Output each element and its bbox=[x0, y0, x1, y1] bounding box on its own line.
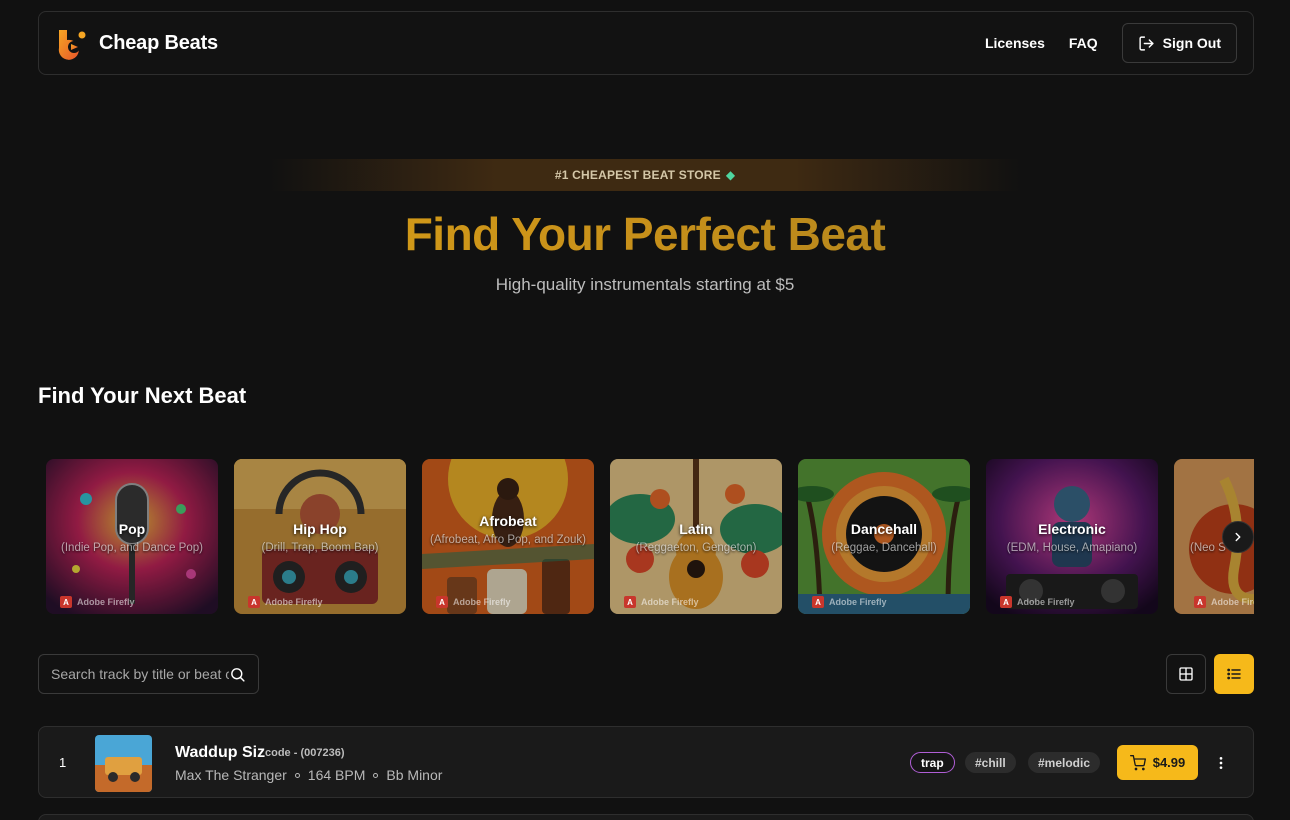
nav-licenses-link[interactable]: Licenses bbox=[985, 35, 1045, 51]
sign-out-icon bbox=[1139, 35, 1154, 51]
price-label: $4.99 bbox=[1152, 755, 1186, 770]
firefly-watermark: A Adobe Firefly bbox=[436, 596, 511, 608]
firefly-watermark: A Adobe Firefly bbox=[1194, 596, 1254, 608]
track-artist[interactable]: Max The Stranger bbox=[175, 767, 287, 783]
list-view-button[interactable] bbox=[1214, 654, 1254, 694]
hero-subtitle: High-quality instrumentals starting at $… bbox=[495, 275, 795, 294]
genre-card-hip-hop[interactable]: Hip Hop (Drill, Trap, Boom Bap) A Adobe F… bbox=[234, 459, 406, 614]
separator-dot bbox=[294, 772, 300, 778]
chevron-right-icon bbox=[1235, 532, 1241, 542]
grid-icon bbox=[1179, 667, 1193, 681]
more-options-button[interactable] bbox=[1209, 751, 1233, 775]
hero-badge: #1 CHEAPEST BEAT STORE ◆ bbox=[270, 159, 1020, 191]
hero-badge-text: #1 CHEAPEST BEAT STORE bbox=[554, 168, 721, 182]
track-code: code - (007236) bbox=[265, 747, 345, 759]
firefly-watermark: A Adobe Firefly bbox=[60, 596, 135, 608]
firefly-watermark-label: Adobe Firefly bbox=[453, 597, 511, 607]
adobe-icon: A bbox=[624, 596, 636, 608]
adobe-icon: A bbox=[1000, 596, 1012, 608]
sign-out-label: Sign Out bbox=[1162, 35, 1221, 51]
genres-section-title: Find Your Next Beat bbox=[38, 383, 247, 408]
tag-hashtag[interactable]: #chill bbox=[965, 752, 1016, 773]
brand-logo[interactable]: Cheap Beats bbox=[55, 26, 218, 60]
list-icon bbox=[1227, 668, 1241, 680]
adobe-icon: A bbox=[436, 596, 448, 608]
track-cover-art bbox=[95, 735, 152, 792]
more-vertical-icon bbox=[1219, 757, 1223, 769]
adobe-icon: A bbox=[812, 596, 824, 608]
track-search bbox=[38, 654, 259, 694]
sign-out-button[interactable]: Sign Out bbox=[1121, 23, 1237, 63]
tag-hashtag[interactable]: #melodic bbox=[1028, 752, 1101, 773]
genre-card-afrobeat[interactable]: Afrobeat (Afrobeat, Afro Pop, and Zouk) … bbox=[422, 459, 594, 614]
adobe-icon: A bbox=[1194, 596, 1206, 608]
genre-afrobeat-desc: (Afrobeat, Afro Pop, and Zouk) bbox=[430, 534, 586, 546]
genre-pop-name: Pop bbox=[118, 521, 146, 537]
cart-icon bbox=[1129, 754, 1146, 770]
track-cover[interactable] bbox=[95, 735, 152, 792]
firefly-watermark-label: Adobe Firefly bbox=[1017, 597, 1075, 607]
genre-dancehall-name: Dancehall bbox=[850, 521, 918, 537]
firefly-watermark: A Adobe Firefly bbox=[1000, 596, 1075, 608]
genre-electronic-name: Electronic bbox=[1038, 521, 1106, 537]
track-row[interactable] bbox=[38, 814, 1254, 820]
top-navbar: Cheap Beats Licenses FAQ Sign Out bbox=[38, 11, 1254, 75]
tag-genre[interactable]: trap bbox=[910, 752, 955, 773]
firefly-watermark: A Adobe Firefly bbox=[624, 596, 699, 608]
firefly-watermark-label: Adobe Firefly bbox=[77, 597, 135, 607]
adobe-icon: A bbox=[248, 596, 260, 608]
genre-hip-hop-name: Hip Hop bbox=[293, 521, 347, 537]
track-row[interactable]: 1 Waddup Siz code - (007236) Max The Str… bbox=[38, 726, 1254, 798]
genre-electronic-desc: (EDM, House, Amapiano) bbox=[1006, 542, 1138, 554]
genre-card-latin[interactable]: Latin (Reggaeton, Gengeton) A Adobe Firef… bbox=[610, 459, 782, 614]
firefly-watermark-label: Adobe Firefly bbox=[641, 597, 699, 607]
search-input[interactable] bbox=[51, 666, 229, 682]
main-nav: Licenses FAQ Sign Out bbox=[985, 23, 1237, 63]
genre-card-dancehall[interactable]: Dancehall (Reggae, Dancehall) A Adobe Fir… bbox=[798, 459, 970, 614]
genre-latin-desc: (Reggaeton, Gengeton) bbox=[635, 542, 757, 554]
track-key: Bb Minor bbox=[386, 767, 443, 783]
genre-latin-name: Latin bbox=[679, 521, 713, 537]
logo-icon bbox=[58, 30, 86, 60]
track-index: 1 bbox=[59, 755, 67, 770]
track-meta: Max The Stranger 164 BPM Bb Minor bbox=[175, 767, 442, 783]
search-icon[interactable] bbox=[229, 666, 246, 683]
genre-afrobeat-name: Afrobeat bbox=[479, 513, 537, 529]
nav-faq-link[interactable]: FAQ bbox=[1069, 35, 1098, 51]
brand-name: Cheap Beats bbox=[99, 31, 218, 54]
hero-title: Find Your Perfect Beat bbox=[0, 207, 1290, 261]
firefly-watermark-label: Adobe Firefly bbox=[829, 597, 887, 607]
track-title[interactable]: Waddup Siz bbox=[175, 744, 265, 762]
adobe-icon: A bbox=[60, 596, 72, 608]
firefly-watermark: A Adobe Firefly bbox=[812, 596, 887, 608]
gem-icon: ◆ bbox=[725, 168, 736, 182]
grid-view-button[interactable] bbox=[1166, 654, 1206, 694]
add-to-cart-button[interactable]: $4.99 bbox=[1117, 745, 1198, 780]
firefly-watermark-label: Adobe Firefly bbox=[265, 597, 323, 607]
genre-hip-hop-desc: (Drill, Trap, Boom Bap) bbox=[261, 542, 379, 554]
genre-pop-desc: (Indie Pop, and Dance Pop) bbox=[61, 542, 203, 554]
genre-carousel: Pop (Indie Pop, and Dance Pop) A Adobe Fi… bbox=[38, 459, 1254, 615]
firefly-watermark: A Adobe Firefly bbox=[248, 596, 323, 608]
genre-card-electronic[interactable]: Electronic (EDM, House, Amapiano) A Adobe… bbox=[986, 459, 1158, 614]
separator-dot bbox=[373, 772, 379, 778]
genre-card-pop[interactable]: Pop (Indie Pop, and Dance Pop) A Adobe Fi… bbox=[46, 459, 218, 614]
carousel-next-button[interactable] bbox=[1222, 521, 1254, 553]
genre-dancehall-desc: (Reggae, Dancehall) bbox=[831, 542, 937, 554]
firefly-watermark-label: Adobe Firefly bbox=[1211, 597, 1254, 607]
track-bpm: 164 BPM bbox=[307, 767, 366, 783]
